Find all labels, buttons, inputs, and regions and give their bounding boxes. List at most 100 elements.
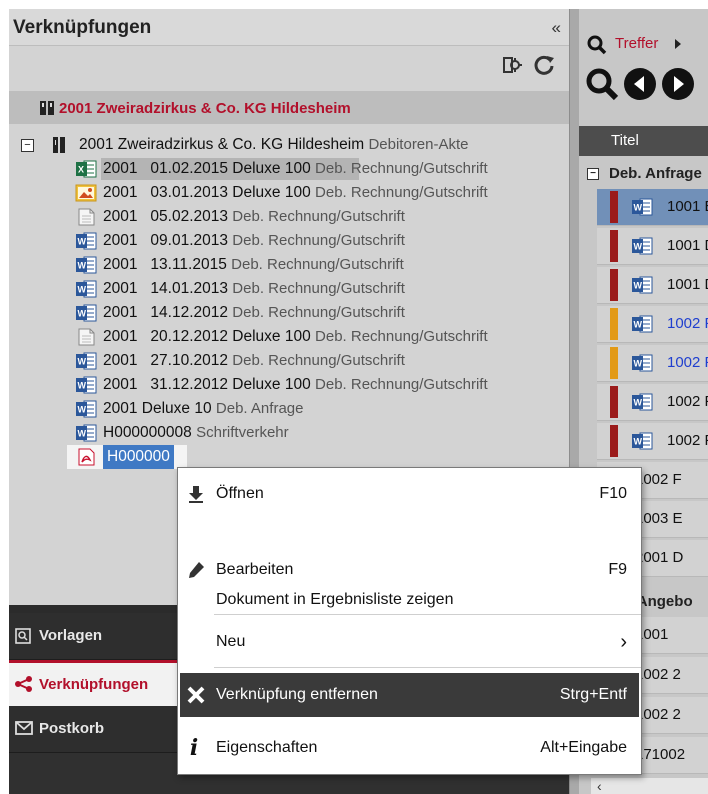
tree-item-text: 2001 27.10.2012 Deb. Rechnung/Gutschrift xyxy=(103,349,405,373)
expand-arrow-icon[interactable] xyxy=(675,39,681,49)
doc-id: 2001 xyxy=(103,184,138,201)
pencil-icon xyxy=(189,562,204,578)
close-icon xyxy=(187,686,205,704)
expand-toggle[interactable]: − xyxy=(21,139,34,152)
tree-item-text: 2001 Deluxe 10 Deb. Anfrage xyxy=(103,397,303,421)
nav-item-vorlagen[interactable]: Vorlagen xyxy=(9,613,179,660)
tree-item[interactable]: 2001 20.12.2012 Deluxe 100 Deb. Rechnung… xyxy=(9,325,569,349)
tree-item[interactable]: W 2001 31.12.2012 Deluxe 100 Deb. Rechnun… xyxy=(9,373,569,397)
result-title: 1003 E xyxy=(635,510,683,527)
word-file-icon: W xyxy=(75,424,97,442)
result-title: 1001 D xyxy=(667,276,708,293)
image-file-icon xyxy=(75,184,97,202)
tree-item-text: 2001 01.02.2015 Deluxe 100 Deb. Rechnung… xyxy=(103,157,488,181)
svg-text:W: W xyxy=(78,381,87,391)
menu-item-show-in-results[interactable]: Dokument in Ergebnisliste zeigen xyxy=(178,578,641,622)
menu-shortcut: Strg+Entf xyxy=(559,686,627,703)
collapse-panel-button[interactable]: « xyxy=(552,18,561,38)
tree-item-text: H000000008 Schriftverkehr xyxy=(103,421,289,445)
result-title: 1002 F xyxy=(667,393,708,410)
root-label: 2001 Zweiradzirkus & Co. KG Hildesheim xyxy=(79,136,365,153)
result-row[interactable]: W 1002 F xyxy=(597,423,708,460)
tree-root[interactable]: − 2001 Zweiradzirkus & Co. KG Hildesheim… xyxy=(9,133,569,157)
doc-date: 14.01.2013 xyxy=(150,280,228,297)
tree-item[interactable]: W 2001 27.10.2012 Deb. Rechnung/Gutschrif… xyxy=(9,349,569,373)
result-title: 1002 F xyxy=(667,354,708,371)
refresh-icon[interactable] xyxy=(533,54,555,76)
tree-item-text: 2001 13.11.2015 Deb. Rechnung/Gutschrift xyxy=(103,253,404,277)
doc-id: 2001 xyxy=(103,376,138,393)
svg-text:W: W xyxy=(634,398,643,408)
doc-name: Deluxe 100 xyxy=(232,160,311,177)
result-title: 2001 D xyxy=(635,549,684,566)
scroll-left-icon[interactable]: ‹ xyxy=(597,778,602,794)
menu-item-remove-link[interactable]: Verknüpfung entfernen Strg+Entf xyxy=(180,673,639,717)
word-file-icon: W xyxy=(631,276,653,299)
word-file-icon: W xyxy=(631,432,653,455)
result-row[interactable]: W 1002 F xyxy=(597,306,708,343)
doc-name: Deluxe 100 xyxy=(232,184,311,201)
tree-item[interactable]: W 2001 14.12.2012 Deb. Rechnung/Gutschrif… xyxy=(9,301,569,325)
doc-type: Deb. Rechnung/Gutschrift xyxy=(232,280,405,297)
menu-item-eigenschaften[interactable]: i Eigenschaften Alt+Eingabe xyxy=(178,726,641,770)
word-file-icon: W xyxy=(631,237,653,260)
tree-item[interactable]: W 2001 09.01.2013 Deb. Rechnung/Gutschrif… xyxy=(9,229,569,253)
previous-icon[interactable] xyxy=(623,67,657,101)
tree-item-text: 2001 03.01.2013 Deluxe 100 Deb. Rechnung… xyxy=(103,181,488,205)
status-stripe xyxy=(610,230,618,262)
doc-type: Deb. Rechnung/Gutschrift xyxy=(315,328,488,345)
word-file-icon: W xyxy=(75,400,97,418)
doc-date: 03.01.2013 xyxy=(150,184,228,201)
menu-item-oeffnen[interactable]: Öffnen F10 xyxy=(178,472,641,516)
horizontal-scrollbar[interactable]: ‹ xyxy=(591,778,708,794)
result-row[interactable]: W 1002 F xyxy=(597,384,708,421)
svg-text:X: X xyxy=(78,165,84,175)
nav-label-postkorb: Postkorb xyxy=(39,720,105,737)
result-row[interactable]: W 1001 D xyxy=(597,228,708,265)
record-group-label: 2001 Zweiradzirkus & Co. KG Hildesheim xyxy=(59,100,351,117)
tree-item[interactable]: W 2001 13.11.2015 Deb. Rechnung/Gutschrif… xyxy=(9,253,569,277)
tree-item[interactable]: X 2001 01.02.2015 Deluxe 100 Deb. Rechnun… xyxy=(9,157,569,181)
status-stripe xyxy=(610,308,618,340)
blank-file-icon xyxy=(75,208,97,226)
nav-item-verknuepfungen[interactable]: Verknüpfungen xyxy=(9,660,179,707)
panel-toolbar xyxy=(9,46,569,88)
result-group-header[interactable]: − Deb. Anfrage xyxy=(579,161,708,187)
tree-item[interactable]: 2001 03.01.2013 Deluxe 100 Deb. Rechnung… xyxy=(9,181,569,205)
menu-label: Eigenschaften xyxy=(216,739,318,756)
nav-item-postkorb[interactable]: Postkorb xyxy=(9,706,179,753)
menu-item-neu[interactable]: Neu › xyxy=(178,620,641,664)
search-icon[interactable] xyxy=(587,35,607,55)
status-stripe xyxy=(610,269,618,301)
tree-item-text: 2001 31.12.2012 Deluxe 100 Deb. Rechnung… xyxy=(103,373,488,397)
tree-item[interactable]: W 2001 14.01.2013 Deb. Rechnung/Gutschrif… xyxy=(9,277,569,301)
doc-type: Deb. Rechnung/Gutschrift xyxy=(232,232,405,249)
mail-icon xyxy=(15,721,33,735)
doc-date: 14.12.2012 xyxy=(150,304,228,321)
svg-text:W: W xyxy=(634,242,643,252)
doc-id: 2001 xyxy=(103,328,138,345)
info-icon: i xyxy=(189,735,199,761)
column-title-header[interactable]: Titel xyxy=(611,132,639,149)
tree-item-text: 2001 14.01.2013 Deb. Rechnung/Gutschrift xyxy=(103,277,405,301)
link-settings-icon[interactable] xyxy=(501,54,523,76)
context-menu: Öffnen F10 Bearbeiten F9 Dokument in Erg… xyxy=(177,467,642,775)
record-group-header[interactable]: 2001 Zweiradzirkus & Co. KG Hildesheim xyxy=(9,91,569,124)
tree-item[interactable]: W H000000008 Schriftverkehr xyxy=(9,421,569,445)
result-row[interactable]: W 1001 E xyxy=(597,189,708,226)
tree-item[interactable]: H000000 xyxy=(9,445,569,469)
result-row[interactable]: W 1002 F xyxy=(597,345,708,382)
menu-shortcut: F10 xyxy=(599,485,627,502)
links-panel-header: Verknüpfungen « xyxy=(9,9,569,46)
tree-item[interactable]: W 2001 Deluxe 10 Deb. Anfrage xyxy=(9,397,569,421)
tree-item[interactable]: 2001 05.02.2013 Deb. Rechnung/Gutschrift xyxy=(9,205,569,229)
result-row[interactable]: W 1001 D xyxy=(597,267,708,304)
tree-item-text: 2001 05.02.2013 Deb. Rechnung/Gutschrift xyxy=(103,205,405,229)
next-icon[interactable] xyxy=(661,67,695,101)
word-file-icon: W xyxy=(631,315,653,338)
search-large-icon[interactable] xyxy=(585,67,619,101)
tree-item-text: H000000 xyxy=(103,445,174,469)
hits-link[interactable]: Treffer xyxy=(615,35,658,52)
group-toggle[interactable]: − xyxy=(587,168,599,180)
svg-text:W: W xyxy=(634,281,643,291)
